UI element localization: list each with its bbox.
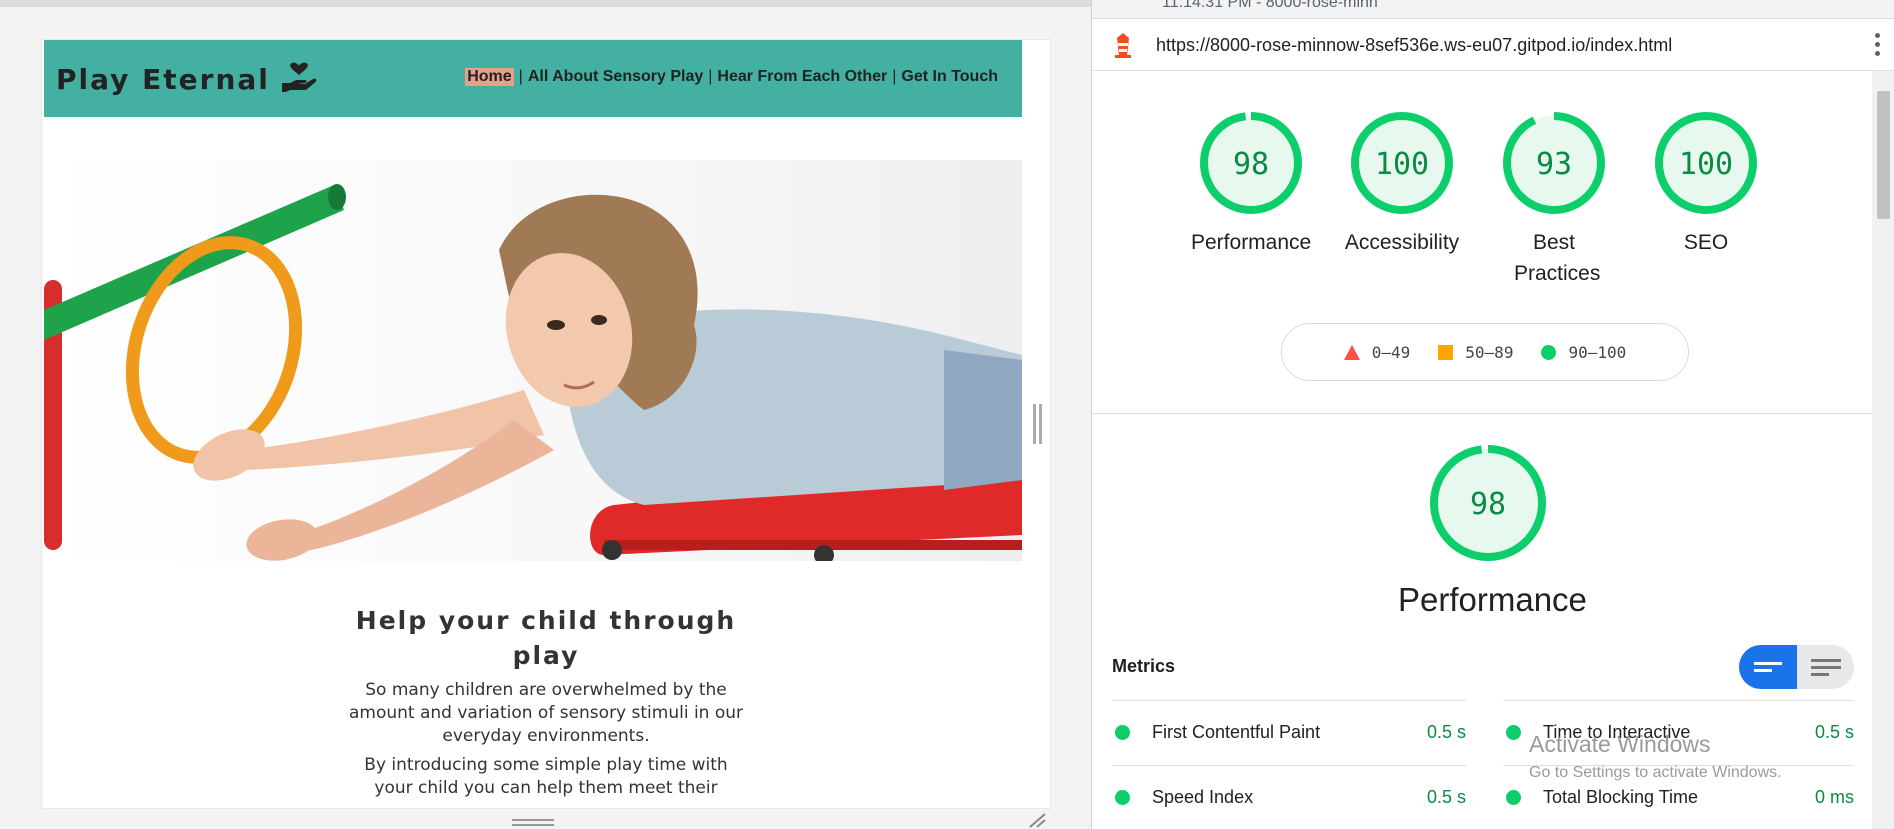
report-scrollbar[interactable]	[1872, 71, 1894, 829]
site-nav: Home | All About Sensory Play | Hear Fro…	[465, 68, 998, 86]
gauge-score: 98	[1233, 147, 1269, 182]
metric-name: Time to Interactive	[1543, 722, 1691, 742]
report-url-bar: https://8000-rose-minnow-8sef536e.ws-eu0…	[1092, 19, 1894, 71]
metric-value: 0.5 s	[1426, 722, 1466, 742]
legend-item-pass: 90–100	[1541, 343, 1626, 362]
nav-separator: |	[708, 68, 713, 85]
intro-paragraph: So many children are overwhelmed by the …	[348, 680, 744, 746]
gauge-label: Best Practices	[1514, 231, 1601, 285]
pass-indicator	[1506, 790, 1521, 805]
legend-range: 0–49	[1371, 342, 1411, 362]
pass-indicator	[1506, 725, 1521, 740]
collapsed-view-button[interactable]	[1739, 645, 1797, 689]
gauge-score: 100	[1375, 147, 1429, 182]
metric-speed-index: Speed Index 0.5 s	[1112, 765, 1466, 829]
pane-resize-handle[interactable]	[1033, 404, 1043, 444]
intro-paragraph: By introducing some simple play time wit…	[364, 755, 728, 798]
logo-text: Play Eternal	[56, 62, 270, 96]
triangle-icon	[1343, 344, 1360, 360]
nav-link-get-in-touch[interactable]: Get In Touch	[901, 68, 998, 86]
section-divider	[1092, 413, 1874, 414]
gauge-label: SEO	[1683, 231, 1729, 254]
performance-title: Performance	[1398, 581, 1587, 618]
circle-icon	[1541, 344, 1557, 360]
pass-indicator	[1115, 725, 1130, 740]
metric-name: First Contentful Paint	[1152, 722, 1321, 742]
list-compact-icon	[1754, 662, 1782, 672]
gauge-accessibility[interactable]: 100 Accessibility	[1342, 111, 1462, 258]
gauge-label: Accessibility	[1344, 231, 1460, 254]
metric-value: 0.5 s	[1814, 722, 1854, 742]
scrollbar-thumb[interactable]	[1877, 91, 1890, 219]
metric-name: Total Blocking Time	[1543, 787, 1699, 807]
hero-image	[44, 160, 1022, 561]
nav-separator: |	[518, 68, 523, 85]
score-legend: 0–49 50–89 90–100	[1281, 323, 1689, 381]
metric-time-to-interactive: Time to Interactive 0.5 s	[1503, 700, 1854, 764]
legend-range: 50–89	[1465, 342, 1514, 362]
hand-heart-icon	[281, 62, 317, 92]
gauge-best-practices[interactable]: 93 Best Practices	[1494, 111, 1614, 289]
more-options-icon[interactable]	[1875, 33, 1881, 60]
report-selector[interactable]: 11:14:31 PM - 8000-rose-minn	[1162, 0, 1378, 12]
performance-section-gauge: 98 Performance	[1398, 443, 1587, 619]
pass-indicator	[1115, 790, 1130, 805]
nav-link-hear-from-each-other[interactable]: Hear From Each Other	[717, 68, 887, 86]
legend-item-fail: 0–49	[1343, 342, 1411, 362]
metric-name: Speed Index	[1152, 787, 1254, 807]
device-toolbar	[0, 0, 1091, 7]
gauge-seo[interactable]: 100 SEO	[1646, 111, 1766, 258]
square-icon	[1438, 344, 1454, 360]
gauge-score: 100	[1679, 147, 1733, 182]
intro-section: Help your child through play So many chi…	[42, 603, 1050, 800]
legend-item-average: 50–89	[1438, 343, 1513, 362]
gauge-score: 93	[1536, 147, 1572, 182]
gauge-performance[interactable]: 98 Performance	[1191, 111, 1311, 258]
lighthouse-panel: 11:14:31 PM - 8000-rose-minn https://800…	[1091, 0, 1894, 829]
nav-link-home[interactable]: Home	[465, 68, 514, 86]
resize-corner-icon[interactable]	[1028, 812, 1046, 828]
performance-score: 98	[1470, 487, 1506, 522]
viewport-height-handle[interactable]	[512, 819, 554, 827]
gauge-label: Performance	[1191, 231, 1312, 254]
nav-link-sensory-play[interactable]: All About Sensory Play	[528, 68, 703, 86]
site-header: Play Eternal Home | All About Sensory Pl…	[44, 40, 1022, 117]
list-expanded-icon	[1810, 659, 1841, 676]
devtools-report-bar: 11:14:31 PM - 8000-rose-minn	[1092, 0, 1894, 19]
expanded-view-button[interactable]	[1797, 645, 1854, 689]
metric-total-blocking-time: Total Blocking Time 0 ms	[1503, 765, 1854, 829]
metric-value: 0 ms	[1814, 787, 1854, 807]
site-viewport[interactable]: Play Eternal Home | All About Sensory Pl…	[42, 40, 1050, 808]
metric-first-contentful-paint: First Contentful Paint 0.5 s	[1112, 700, 1466, 764]
lighthouse-icon	[1115, 33, 1131, 58]
metrics-view-toggle[interactable]	[1739, 645, 1854, 689]
site-logo[interactable]: Play Eternal	[56, 62, 318, 96]
device-preview-pane: Play Eternal Home | All About Sensory Pl…	[0, 0, 1091, 829]
metric-value: 0.5 s	[1426, 787, 1466, 807]
metrics-heading: Metrics	[1112, 656, 1176, 676]
nav-separator: |	[892, 68, 897, 85]
legend-range: 90–100	[1568, 342, 1627, 362]
report-url: https://8000-rose-minnow-8sef536e.ws-eu0…	[1156, 35, 1673, 55]
intro-title: Help your child through play	[355, 606, 737, 670]
